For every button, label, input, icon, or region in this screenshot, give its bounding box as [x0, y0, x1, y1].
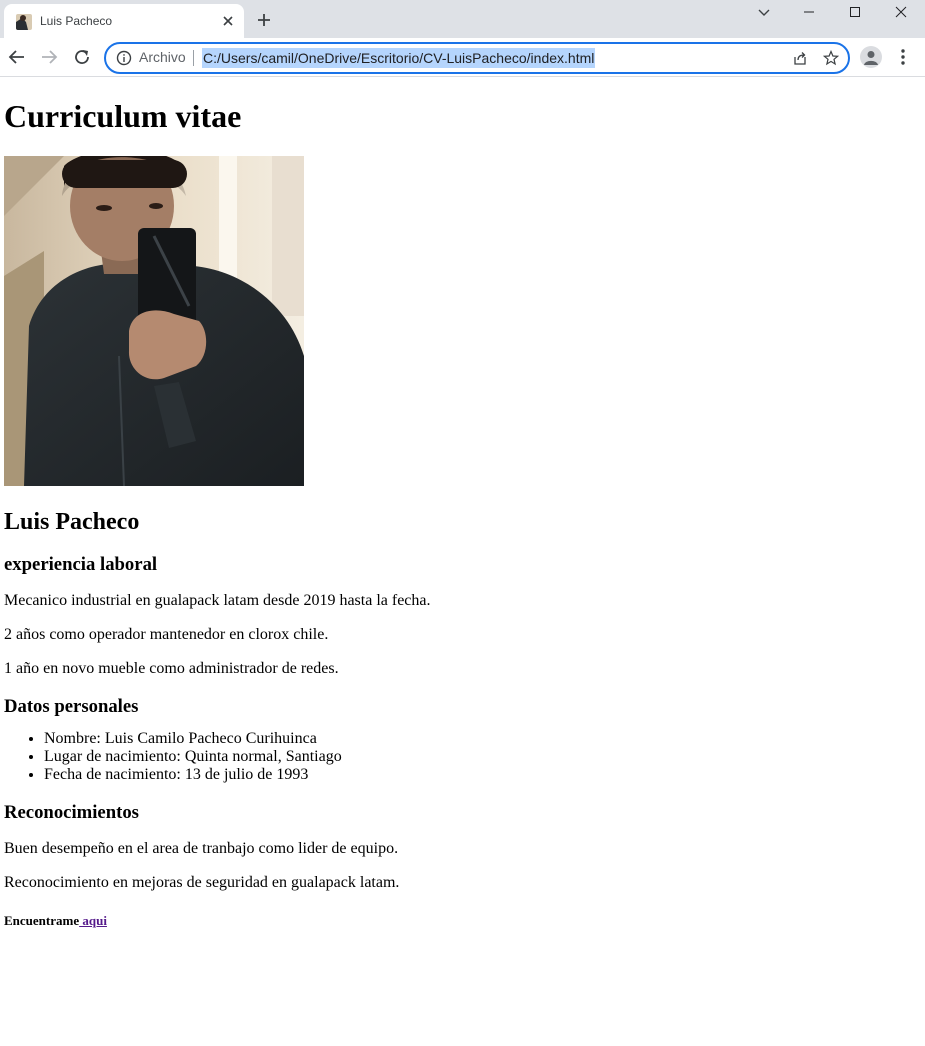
star-icon[interactable]: [822, 49, 840, 66]
tab-strip: Luis Pacheco: [0, 0, 925, 38]
page-title: Curriculum vitae: [4, 98, 242, 134]
address-bar[interactable]: Archivo C:/Users/camil/OneDrive/Escritor…: [104, 42, 850, 74]
find-me-link[interactable]: aqui: [79, 913, 107, 928]
share-icon[interactable]: [792, 50, 808, 66]
chevron-down-icon[interactable]: [741, 0, 787, 24]
personal-data-heading: Datos personales: [4, 696, 139, 717]
experience-item: 2 años como operador mantenedor en cloro…: [4, 626, 329, 643]
reload-icon[interactable]: [73, 48, 91, 66]
list-item: Fecha de nacimiento: 13 de julio de 1993: [44, 766, 919, 784]
address-scheme: Archivo: [139, 49, 186, 65]
info-icon[interactable]: [116, 50, 132, 66]
page-content: Curriculum vitae Luis Pacheco experienci…: [4, 77, 919, 929]
maximize-icon[interactable]: [832, 0, 878, 24]
find-me-heading: Encuentrame aqui: [4, 913, 919, 929]
close-icon[interactable]: [220, 13, 236, 29]
browser-tab[interactable]: Luis Pacheco: [4, 4, 244, 38]
person-name: Luis Pacheco: [4, 509, 140, 535]
experience-item: 1 año en novo mueble como administrador …: [4, 660, 339, 677]
forward-arrow-icon[interactable]: [40, 48, 58, 66]
favicon-photo-icon: [16, 14, 32, 30]
minimize-icon[interactable]: [786, 0, 832, 24]
experience-item: Mecanico industrial en gualapack latam d…: [4, 592, 431, 609]
recognitions-heading: Reconocimientos: [4, 802, 139, 823]
recognition-item: Reconocimiento en mejoras de seguridad e…: [4, 874, 400, 891]
address-separator: [193, 50, 194, 66]
list-item: Nombre: Luis Camilo Pacheco Curihuinca: [44, 730, 919, 748]
window-close-icon[interactable]: [878, 0, 924, 24]
profile-photo: [4, 156, 304, 486]
personal-data-list: Nombre: Luis Camilo Pacheco Curihuinca L…: [4, 730, 919, 784]
find-me-text: Encuentrame: [4, 913, 80, 928]
plus-icon[interactable]: [256, 12, 272, 28]
recognition-item: Buen desempeño en el area de tranbajo co…: [4, 840, 399, 857]
tab-title: Luis Pacheco: [40, 14, 113, 28]
experience-heading: experiencia laboral: [4, 554, 158, 575]
back-arrow-icon[interactable]: [8, 48, 26, 66]
address-url[interactable]: C:/Users/camil/OneDrive/Escritorio/CV-Lu…: [202, 48, 596, 68]
more-vert-icon[interactable]: [896, 48, 910, 66]
browser-toolbar: Archivo C:/Users/camil/OneDrive/Escritor…: [0, 38, 925, 77]
list-item: Lugar de nacimiento: Quinta normal, Sant…: [44, 748, 919, 766]
profile-icon[interactable]: [860, 46, 882, 68]
